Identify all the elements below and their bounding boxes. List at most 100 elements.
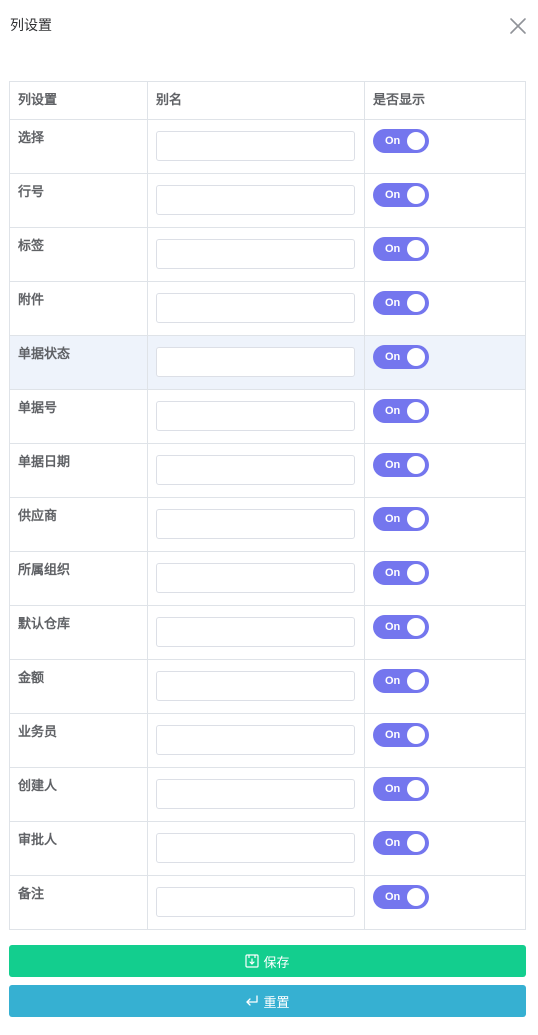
- visible-cell: On: [365, 174, 526, 227]
- visible-cell: On: [365, 120, 526, 173]
- alias-input[interactable]: [156, 617, 355, 647]
- close-icon: [510, 18, 526, 34]
- alias-input[interactable]: [156, 725, 355, 755]
- alias-input[interactable]: [156, 833, 355, 863]
- alias-cell: [148, 768, 365, 821]
- column-name-cell: 备注: [10, 876, 148, 929]
- visible-cell: On: [365, 876, 526, 929]
- column-name-label: 审批人: [18, 833, 58, 848]
- table-row: 金额 On: [10, 660, 526, 714]
- save-button[interactable]: 保存: [9, 945, 526, 977]
- table-row: 创建人 On: [10, 768, 526, 822]
- column-name-cell: 选择: [10, 120, 148, 173]
- reset-button[interactable]: 重置: [9, 985, 526, 1017]
- column-name-cell: 创建人: [10, 768, 148, 821]
- column-name-label: 标签: [18, 239, 45, 254]
- alias-cell: [148, 390, 365, 443]
- alias-input[interactable]: [156, 455, 355, 485]
- alias-input[interactable]: [156, 671, 355, 701]
- table-row: 所属组织 On: [10, 552, 526, 606]
- toggle-knob: [407, 888, 425, 906]
- table-header: 列设置 别名 是否显示: [10, 82, 526, 120]
- visible-cell: On: [365, 228, 526, 281]
- toggle-knob: [407, 834, 425, 852]
- toggle-knob: [407, 564, 425, 582]
- save-button-label: 保存: [263, 955, 290, 971]
- visible-cell: On: [365, 822, 526, 875]
- toggle-state-label: On: [385, 783, 401, 795]
- column-name-label: 行号: [18, 185, 45, 200]
- toggle-state-label: On: [385, 567, 401, 579]
- visibility-toggle[interactable]: On: [373, 399, 429, 423]
- header-alias: 别名: [148, 82, 365, 119]
- column-name-label: 供应商: [18, 509, 58, 524]
- alias-input[interactable]: [156, 293, 355, 323]
- alias-cell: [148, 606, 365, 659]
- column-name-label: 创建人: [18, 779, 58, 794]
- alias-cell: [148, 714, 365, 767]
- enter-return-icon: [246, 995, 259, 1006]
- table-row: 默认仓库 On: [10, 606, 526, 660]
- visibility-toggle[interactable]: On: [373, 615, 429, 639]
- visible-cell: On: [365, 336, 526, 389]
- visibility-toggle[interactable]: On: [373, 507, 429, 531]
- visible-cell: On: [365, 606, 526, 659]
- visibility-toggle[interactable]: On: [373, 453, 429, 477]
- column-name-cell: 供应商: [10, 498, 148, 551]
- visibility-toggle[interactable]: On: [373, 561, 429, 585]
- alias-input[interactable]: [156, 131, 355, 161]
- alias-input[interactable]: [156, 887, 355, 917]
- table-row: 单据号 On: [10, 390, 526, 444]
- alias-input[interactable]: [156, 563, 355, 593]
- alias-input[interactable]: [156, 185, 355, 215]
- column-name-label: 单据号: [18, 401, 58, 416]
- visibility-toggle[interactable]: On: [373, 885, 429, 909]
- header-visible: 是否显示: [365, 82, 526, 119]
- alias-cell: [148, 498, 365, 551]
- toggle-knob: [407, 672, 425, 690]
- toggle-knob: [407, 618, 425, 636]
- visibility-toggle[interactable]: On: [373, 237, 429, 261]
- visibility-toggle[interactable]: On: [373, 183, 429, 207]
- visibility-toggle[interactable]: On: [373, 831, 429, 855]
- alias-input[interactable]: [156, 509, 355, 539]
- toggle-state-label: On: [385, 729, 401, 741]
- alias-cell: [148, 822, 365, 875]
- column-name-label: 选择: [18, 131, 45, 146]
- toggle-knob: [407, 510, 425, 528]
- visibility-toggle[interactable]: On: [373, 669, 429, 693]
- toggle-state-label: On: [385, 513, 401, 525]
- toggle-state-label: On: [385, 243, 401, 255]
- header-label: 别名: [156, 93, 183, 108]
- toggle-state-label: On: [385, 621, 401, 633]
- toggle-state-label: On: [385, 459, 401, 471]
- alias-cell: [148, 228, 365, 281]
- column-name-cell: 单据号: [10, 390, 148, 443]
- alias-input[interactable]: [156, 779, 355, 809]
- header-label: 是否显示: [373, 93, 426, 108]
- alias-cell: [148, 282, 365, 335]
- visibility-toggle[interactable]: On: [373, 291, 429, 315]
- toggle-state-label: On: [385, 837, 401, 849]
- visibility-toggle[interactable]: On: [373, 129, 429, 153]
- close-button[interactable]: [506, 14, 530, 38]
- alias-input[interactable]: [156, 401, 355, 431]
- alias-cell: [148, 444, 365, 497]
- toggle-knob: [407, 240, 425, 258]
- toggle-knob: [407, 348, 425, 366]
- toggle-knob: [407, 294, 425, 312]
- table-row: 单据状态 On: [10, 336, 526, 390]
- visibility-toggle[interactable]: On: [373, 723, 429, 747]
- reset-button-label: 重置: [263, 995, 290, 1011]
- toggle-knob: [407, 132, 425, 150]
- column-name-label: 默认仓库: [18, 617, 71, 632]
- column-name-cell: 附件: [10, 282, 148, 335]
- visibility-toggle[interactable]: On: [373, 777, 429, 801]
- visibility-toggle[interactable]: On: [373, 345, 429, 369]
- toggle-state-label: On: [385, 405, 401, 417]
- toggle-state-label: On: [385, 675, 401, 687]
- alias-input[interactable]: [156, 239, 355, 269]
- column-name-cell: 单据状态: [10, 336, 148, 389]
- alias-input[interactable]: [156, 347, 355, 377]
- column-name-cell: 业务员: [10, 714, 148, 767]
